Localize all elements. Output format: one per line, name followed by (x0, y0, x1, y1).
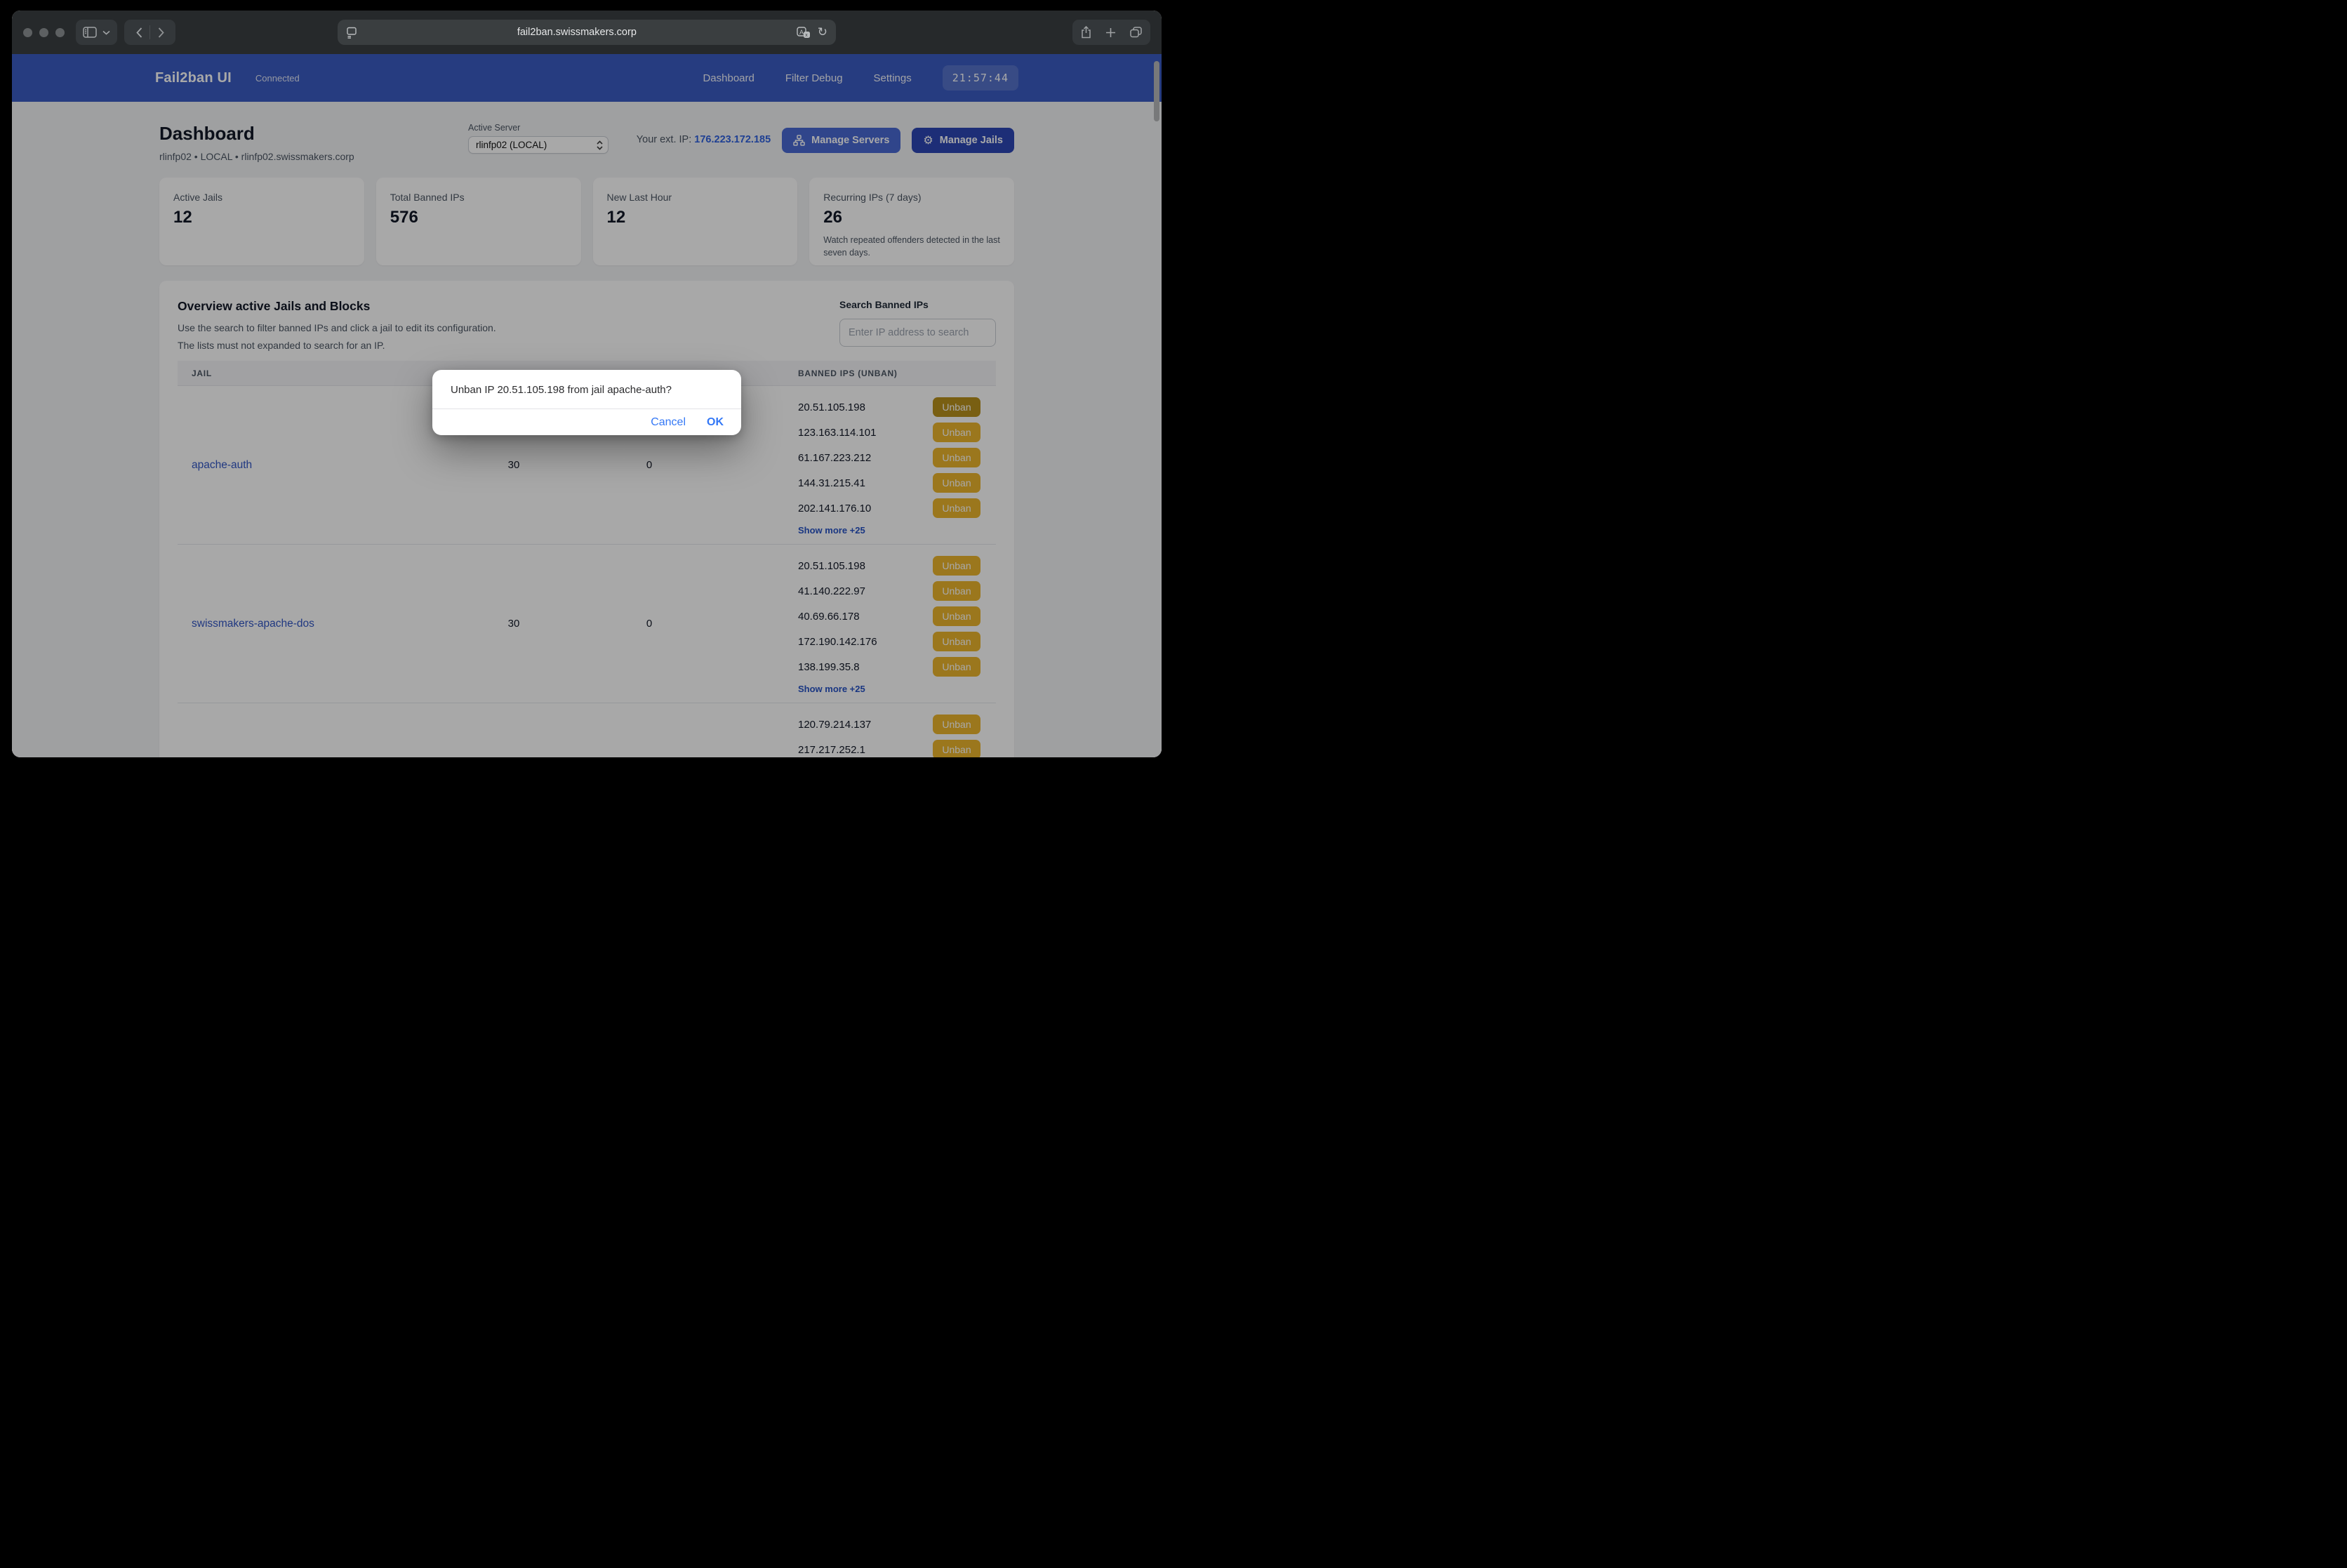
confirm-dialog: Unban IP 20.51.105.198 from jail apache-… (432, 370, 741, 435)
dialog-message: Unban IP 20.51.105.198 from jail apache-… (432, 370, 741, 408)
sidebar-toggle[interactable] (76, 20, 117, 45)
close-window-button[interactable] (23, 28, 32, 37)
browser-window: fail2ban.swissmakers.corp A x ↻ (12, 11, 1162, 757)
reload-icon[interactable]: ↻ (818, 25, 827, 39)
forward-button[interactable] (150, 22, 171, 43)
ok-button[interactable]: OK (707, 416, 724, 429)
chevron-down-icon (102, 30, 110, 35)
window-controls (23, 28, 65, 37)
cancel-button[interactable]: Cancel (651, 416, 686, 429)
share-icon[interactable] (1081, 26, 1091, 39)
history-nav (124, 20, 175, 45)
url-text[interactable]: fail2ban.swissmakers.corp (357, 27, 797, 38)
translate-icon[interactable]: A x (797, 27, 811, 39)
back-button[interactable] (128, 22, 149, 43)
page-settings-icon[interactable] (346, 27, 357, 39)
zoom-window-button[interactable] (55, 28, 65, 37)
svg-text:x: x (805, 33, 808, 38)
tab-overview-icon[interactable] (1130, 27, 1142, 38)
sidebar-icon (83, 27, 97, 38)
address-bar[interactable]: fail2ban.swissmakers.corp A x ↻ (338, 20, 836, 45)
browser-toolbar: fail2ban.swissmakers.corp A x ↻ (12, 11, 1162, 54)
toolbar-right (1072, 20, 1150, 45)
web-content: Fail2ban UI Connected Dashboard Filter D… (12, 54, 1162, 757)
minimize-window-button[interactable] (39, 28, 48, 37)
svg-text:A: A (799, 29, 804, 36)
new-tab-icon[interactable] (1105, 27, 1116, 38)
